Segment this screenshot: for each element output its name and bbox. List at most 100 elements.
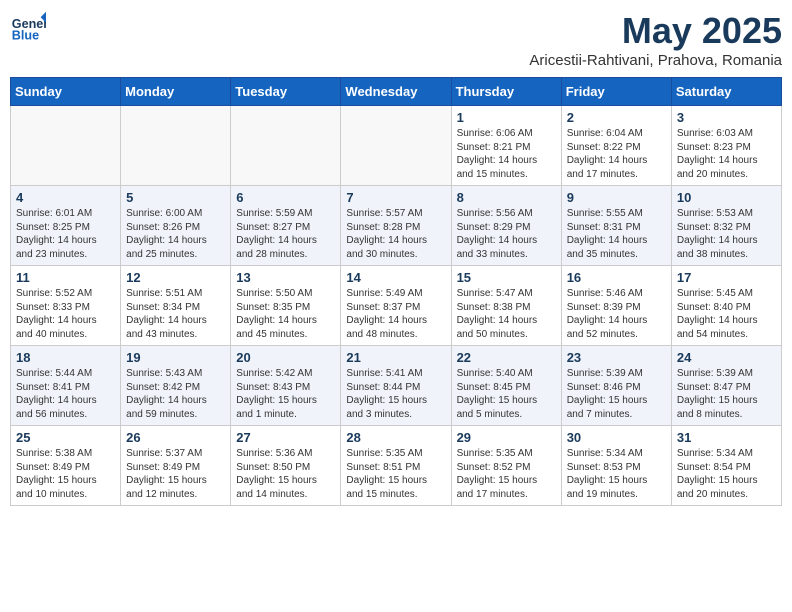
weekday-header: Saturday	[671, 78, 781, 106]
day-number: 4	[16, 190, 115, 205]
day-info: Sunrise: 5:57 AMSunset: 8:28 PMDaylight:…	[346, 207, 445, 261]
calendar-week-row: 11 Sunrise: 5:52 AMSunset: 8:33 PMDayligh…	[11, 266, 782, 346]
day-info: Sunrise: 5:43 AMSunset: 8:42 PMDaylight:…	[126, 367, 225, 421]
day-info: Sunrise: 5:39 AMSunset: 8:46 PMDaylight:…	[567, 367, 666, 421]
weekday-header: Monday	[121, 78, 231, 106]
day-number: 18	[16, 350, 115, 365]
calendar-day-cell: 5Sunrise: 6:00 AMSunset: 8:26 PMDaylight…	[121, 186, 231, 266]
day-number: 23	[567, 350, 666, 365]
calendar-day-cell: 11 Sunrise: 5:52 AMSunset: 8:33 PMDayligh…	[11, 266, 121, 346]
title-block: May 2025 Aricestii-Rahtivani, Prahova, R…	[529, 10, 782, 69]
day-number: 26	[126, 430, 225, 445]
weekday-header: Sunday	[11, 78, 121, 106]
day-number: 5	[126, 190, 225, 205]
day-info: Sunrise: 5:35 AMSunset: 8:52 PMDaylight:…	[457, 447, 556, 501]
day-info: Sunrise: 5:35 AMSunset: 8:51 PMDaylight:…	[346, 447, 445, 501]
calendar-day-cell: 14Sunrise: 5:49 AMSunset: 8:37 PMDayligh…	[341, 266, 451, 346]
day-info: Sunrise: 6:04 AMSunset: 8:22 PMDaylight:…	[567, 127, 666, 181]
calendar-day-cell: 9 Sunrise: 5:55 AMSunset: 8:31 PMDaylight…	[561, 186, 671, 266]
calendar-day-cell: 15Sunrise: 5:47 AMSunset: 8:38 PMDayligh…	[451, 266, 561, 346]
day-info: Sunrise: 5:50 AMSunset: 8:35 PMDaylight:…	[236, 287, 335, 341]
day-info: Sunrise: 6:06 AMSunset: 8:21 PMDaylight:…	[457, 127, 556, 181]
calendar-week-row: 4 Sunrise: 6:01 AMSunset: 8:25 PMDaylight…	[11, 186, 782, 266]
day-number: 17	[677, 270, 776, 285]
day-number: 24	[677, 350, 776, 365]
calendar-day-cell	[11, 106, 121, 186]
day-number: 2	[567, 110, 666, 125]
calendar-day-cell: 10Sunrise: 5:53 AMSunset: 8:32 PMDayligh…	[671, 186, 781, 266]
page-title: May 2025	[529, 10, 782, 52]
day-info: Sunrise: 5:44 AMSunset: 8:41 PMDaylight:…	[16, 367, 115, 421]
weekday-header: Tuesday	[231, 78, 341, 106]
calendar-day-cell: 29 Sunrise: 5:35 AMSunset: 8:52 PMDayligh…	[451, 426, 561, 506]
day-info: Sunrise: 5:34 AMSunset: 8:53 PMDaylight:…	[567, 447, 666, 501]
calendar-day-cell: 8 Sunrise: 5:56 AMSunset: 8:29 PMDaylight…	[451, 186, 561, 266]
calendar-day-cell	[341, 106, 451, 186]
svg-text:Blue: Blue	[12, 29, 39, 43]
calendar-day-cell: 12 Sunrise: 5:51 AMSunset: 8:34 PMDayligh…	[121, 266, 231, 346]
day-info: Sunrise: 5:51 AMSunset: 8:34 PMDaylight:…	[126, 287, 225, 341]
weekday-header: Friday	[561, 78, 671, 106]
calendar-day-cell: 31 Sunrise: 5:34 AMSunset: 8:54 PMDayligh…	[671, 426, 781, 506]
day-number: 9	[567, 190, 666, 205]
day-number: 6	[236, 190, 335, 205]
calendar-day-cell: 20 Sunrise: 5:42 AMSunset: 8:43 PMDayligh…	[231, 346, 341, 426]
day-info: Sunrise: 5:34 AMSunset: 8:54 PMDaylight:…	[677, 447, 776, 501]
day-number: 8	[457, 190, 556, 205]
day-info: Sunrise: 5:38 AMSunset: 8:49 PMDaylight:…	[16, 447, 115, 501]
page-subtitle: Aricestii-Rahtivani, Prahova, Romania	[529, 52, 782, 69]
calendar-day-cell: 26 Sunrise: 5:37 AMSunset: 8:49 PMDayligh…	[121, 426, 231, 506]
day-info: Sunrise: 5:56 AMSunset: 8:29 PMDaylight:…	[457, 207, 556, 261]
day-number: 11	[16, 270, 115, 285]
calendar-day-cell: 24 Sunrise: 5:39 AMSunset: 8:47 PMDayligh…	[671, 346, 781, 426]
day-number: 20	[236, 350, 335, 365]
day-number: 22	[457, 350, 556, 365]
calendar-day-cell	[121, 106, 231, 186]
day-info: Sunrise: 5:47 AMSunset: 8:38 PMDaylight:…	[457, 287, 556, 341]
calendar-week-row: 25Sunrise: 5:38 AMSunset: 8:49 PMDayligh…	[11, 426, 782, 506]
day-info: Sunrise: 5:59 AMSunset: 8:27 PMDaylight:…	[236, 207, 335, 261]
calendar-day-cell: 22 Sunrise: 5:40 AMSunset: 8:45 PMDayligh…	[451, 346, 561, 426]
day-info: Sunrise: 5:52 AMSunset: 8:33 PMDaylight:…	[16, 287, 115, 341]
logo-icon: General Blue	[10, 10, 46, 46]
day-info: Sunrise: 5:40 AMSunset: 8:45 PMDaylight:…	[457, 367, 556, 421]
day-info: Sunrise: 5:37 AMSunset: 8:49 PMDaylight:…	[126, 447, 225, 501]
day-info: Sunrise: 5:46 AMSunset: 8:39 PMDaylight:…	[567, 287, 666, 341]
calendar-day-cell: 1 Sunrise: 6:06 AMSunset: 8:21 PMDaylight…	[451, 106, 561, 186]
calendar-day-cell: 6 Sunrise: 5:59 AMSunset: 8:27 PMDaylight…	[231, 186, 341, 266]
day-info: Sunrise: 5:39 AMSunset: 8:47 PMDaylight:…	[677, 367, 776, 421]
weekday-header-row: SundayMondayTuesdayWednesdayThursdayFrid…	[11, 78, 782, 106]
calendar-day-cell: 7 Sunrise: 5:57 AMSunset: 8:28 PMDaylight…	[341, 186, 451, 266]
day-info: Sunrise: 6:01 AMSunset: 8:25 PMDaylight:…	[16, 207, 115, 261]
calendar-day-cell: 18 Sunrise: 5:44 AMSunset: 8:41 PMDayligh…	[11, 346, 121, 426]
day-number: 31	[677, 430, 776, 445]
day-number: 21	[346, 350, 445, 365]
weekday-header: Thursday	[451, 78, 561, 106]
calendar-day-cell: 17Sunrise: 5:45 AMSunset: 8:40 PMDayligh…	[671, 266, 781, 346]
day-info: Sunrise: 6:03 AMSunset: 8:23 PMDaylight:…	[677, 127, 776, 181]
calendar-day-cell: 25Sunrise: 5:38 AMSunset: 8:49 PMDayligh…	[11, 426, 121, 506]
calendar-table: SundayMondayTuesdayWednesdayThursdayFrid…	[10, 77, 782, 506]
calendar-day-cell: 2 Sunrise: 6:04 AMSunset: 8:22 PMDaylight…	[561, 106, 671, 186]
day-number: 27	[236, 430, 335, 445]
day-number: 28	[346, 430, 445, 445]
calendar-week-row: 18 Sunrise: 5:44 AMSunset: 8:41 PMDayligh…	[11, 346, 782, 426]
calendar-day-cell: 30Sunrise: 5:34 AMSunset: 8:53 PMDayligh…	[561, 426, 671, 506]
day-info: Sunrise: 5:42 AMSunset: 8:43 PMDaylight:…	[236, 367, 335, 421]
calendar-day-cell: 23 Sunrise: 5:39 AMSunset: 8:46 PMDayligh…	[561, 346, 671, 426]
calendar-day-cell: 19Sunrise: 5:43 AMSunset: 8:42 PMDayligh…	[121, 346, 231, 426]
day-number: 12	[126, 270, 225, 285]
day-number: 10	[677, 190, 776, 205]
day-info: Sunrise: 5:49 AMSunset: 8:37 PMDaylight:…	[346, 287, 445, 341]
day-info: Sunrise: 5:41 AMSunset: 8:44 PMDaylight:…	[346, 367, 445, 421]
day-number: 7	[346, 190, 445, 205]
day-info: Sunrise: 5:55 AMSunset: 8:31 PMDaylight:…	[567, 207, 666, 261]
day-number: 29	[457, 430, 556, 445]
calendar-day-cell: 21 Sunrise: 5:41 AMSunset: 8:44 PMDayligh…	[341, 346, 451, 426]
calendar-day-cell: 16 Sunrise: 5:46 AMSunset: 8:39 PMDayligh…	[561, 266, 671, 346]
logo: General Blue	[10, 10, 46, 46]
day-number: 16	[567, 270, 666, 285]
day-number: 1	[457, 110, 556, 125]
day-info: Sunrise: 5:36 AMSunset: 8:50 PMDaylight:…	[236, 447, 335, 501]
calendar-day-cell: 28 Sunrise: 5:35 AMSunset: 8:51 PMDayligh…	[341, 426, 451, 506]
